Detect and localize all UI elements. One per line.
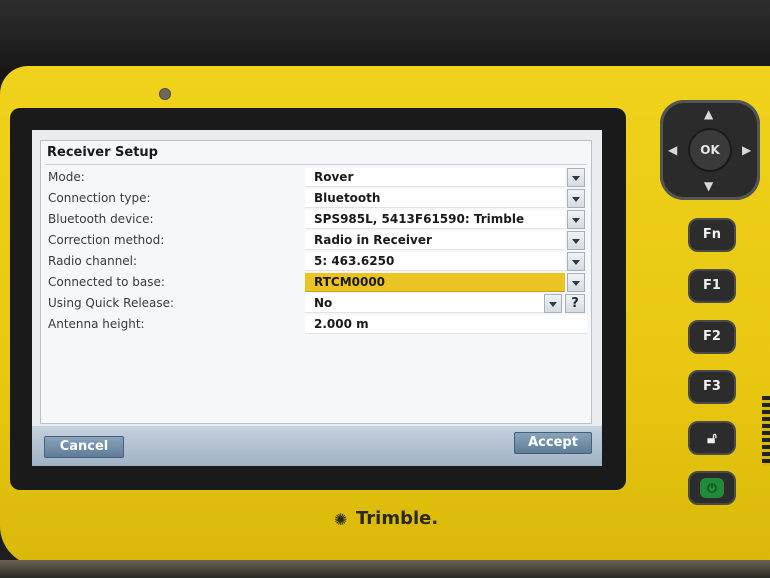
dpad: ▲ ▼ ◀ ▶ OK xyxy=(660,100,760,200)
chevron-down-icon[interactable] xyxy=(544,294,562,313)
divider xyxy=(45,164,587,165)
fn-key[interactable]: Fn xyxy=(688,218,736,252)
connection-type-dropdown[interactable]: Bluetooth xyxy=(305,189,565,208)
connected-to-base-row: Connected to base: RTCM0000 xyxy=(41,273,593,293)
quick-release-row: Using Quick Release: No ? xyxy=(41,294,593,314)
antenna-height-label: Antenna height: xyxy=(48,317,145,331)
chevron-down-icon[interactable] xyxy=(567,231,585,250)
bluetooth-device-label: Bluetooth device: xyxy=(48,212,154,226)
speaker-grille xyxy=(762,396,770,466)
connected-to-base-label: Connected to base: xyxy=(48,275,165,289)
device-bottom-edge xyxy=(0,560,770,578)
help-button[interactable]: ? xyxy=(565,294,585,313)
chevron-down-icon[interactable] xyxy=(567,189,585,208)
mode-dropdown[interactable]: Rover xyxy=(305,168,565,187)
radio-channel-label: Radio channel: xyxy=(48,254,138,268)
power-icon xyxy=(700,478,724,498)
radio-channel-value: 5: 463.6250 xyxy=(314,254,395,268)
brand-logo: Trimble. xyxy=(356,508,439,529)
accept-button[interactable]: Accept xyxy=(514,432,592,454)
screen: Receiver Setup Mode: Rover Connection ty… xyxy=(32,130,602,466)
quick-release-value: No xyxy=(314,296,333,310)
chevron-down-icon[interactable] xyxy=(567,252,585,271)
quick-release-dropdown[interactable]: No xyxy=(305,294,559,313)
arrow-right-icon[interactable]: ▶ xyxy=(742,144,751,156)
cancel-button[interactable]: Cancel xyxy=(44,436,124,458)
page-title: Receiver Setup xyxy=(47,145,158,160)
unlock-icon: 🔓︎ xyxy=(707,429,717,447)
antenna-height-value: 2.000 m xyxy=(314,317,369,331)
connected-to-base-value: RTCM0000 xyxy=(314,275,386,289)
connection-type-value: Bluetooth xyxy=(314,191,381,205)
quick-release-label: Using Quick Release: xyxy=(48,296,175,310)
correction-method-dropdown[interactable]: Radio in Receiver xyxy=(305,231,565,250)
correction-method-value: Radio in Receiver xyxy=(314,233,432,247)
radio-channel-row: Radio channel: 5: 463.6250 xyxy=(41,252,593,272)
bluetooth-device-row: Bluetooth device: SPS985L, 5413F61590: T… xyxy=(41,210,593,230)
trimble-logo-icon: ✺ xyxy=(334,510,348,529)
power-key[interactable] xyxy=(688,471,736,505)
mode-label: Mode: xyxy=(48,170,85,184)
ok-button[interactable]: OK xyxy=(688,128,732,172)
chevron-down-icon[interactable] xyxy=(567,168,585,187)
chevron-down-icon[interactable] xyxy=(567,210,585,229)
arrow-down-icon[interactable]: ▼ xyxy=(704,180,713,192)
arrow-left-icon[interactable]: ◀ xyxy=(668,144,677,156)
correction-method-row: Correction method: Radio in Receiver xyxy=(41,231,593,251)
f2-key[interactable]: F2 xyxy=(688,320,736,354)
button-bar: Cancel Accept xyxy=(32,426,602,466)
mode-value: Rover xyxy=(314,170,354,184)
connected-to-base-dropdown[interactable]: RTCM0000 xyxy=(305,273,565,292)
f3-key[interactable]: F3 xyxy=(688,370,736,404)
antenna-height-row: Antenna height: 2.000 m xyxy=(41,315,593,335)
chevron-down-icon[interactable] xyxy=(567,273,585,292)
bluetooth-device-value: SPS985L, 5413F61590: Trimble xyxy=(314,212,525,226)
radio-channel-dropdown[interactable]: 5: 463.6250 xyxy=(305,252,565,271)
connection-type-row: Connection type: Bluetooth xyxy=(41,189,593,209)
lock-key[interactable]: 🔓︎ xyxy=(688,421,736,455)
receiver-setup-panel: Receiver Setup Mode: Rover Connection ty… xyxy=(40,140,592,424)
mode-row: Mode: Rover xyxy=(41,168,593,188)
camera-icon xyxy=(159,88,171,100)
bluetooth-device-dropdown[interactable]: SPS985L, 5413F61590: Trimble xyxy=(305,210,565,229)
connection-type-label: Connection type: xyxy=(48,191,151,205)
correction-method-label: Correction method: xyxy=(48,233,165,247)
f1-key[interactable]: F1 xyxy=(688,269,736,303)
antenna-height-field[interactable]: 2.000 m xyxy=(305,315,587,334)
arrow-up-icon[interactable]: ▲ xyxy=(704,108,713,120)
